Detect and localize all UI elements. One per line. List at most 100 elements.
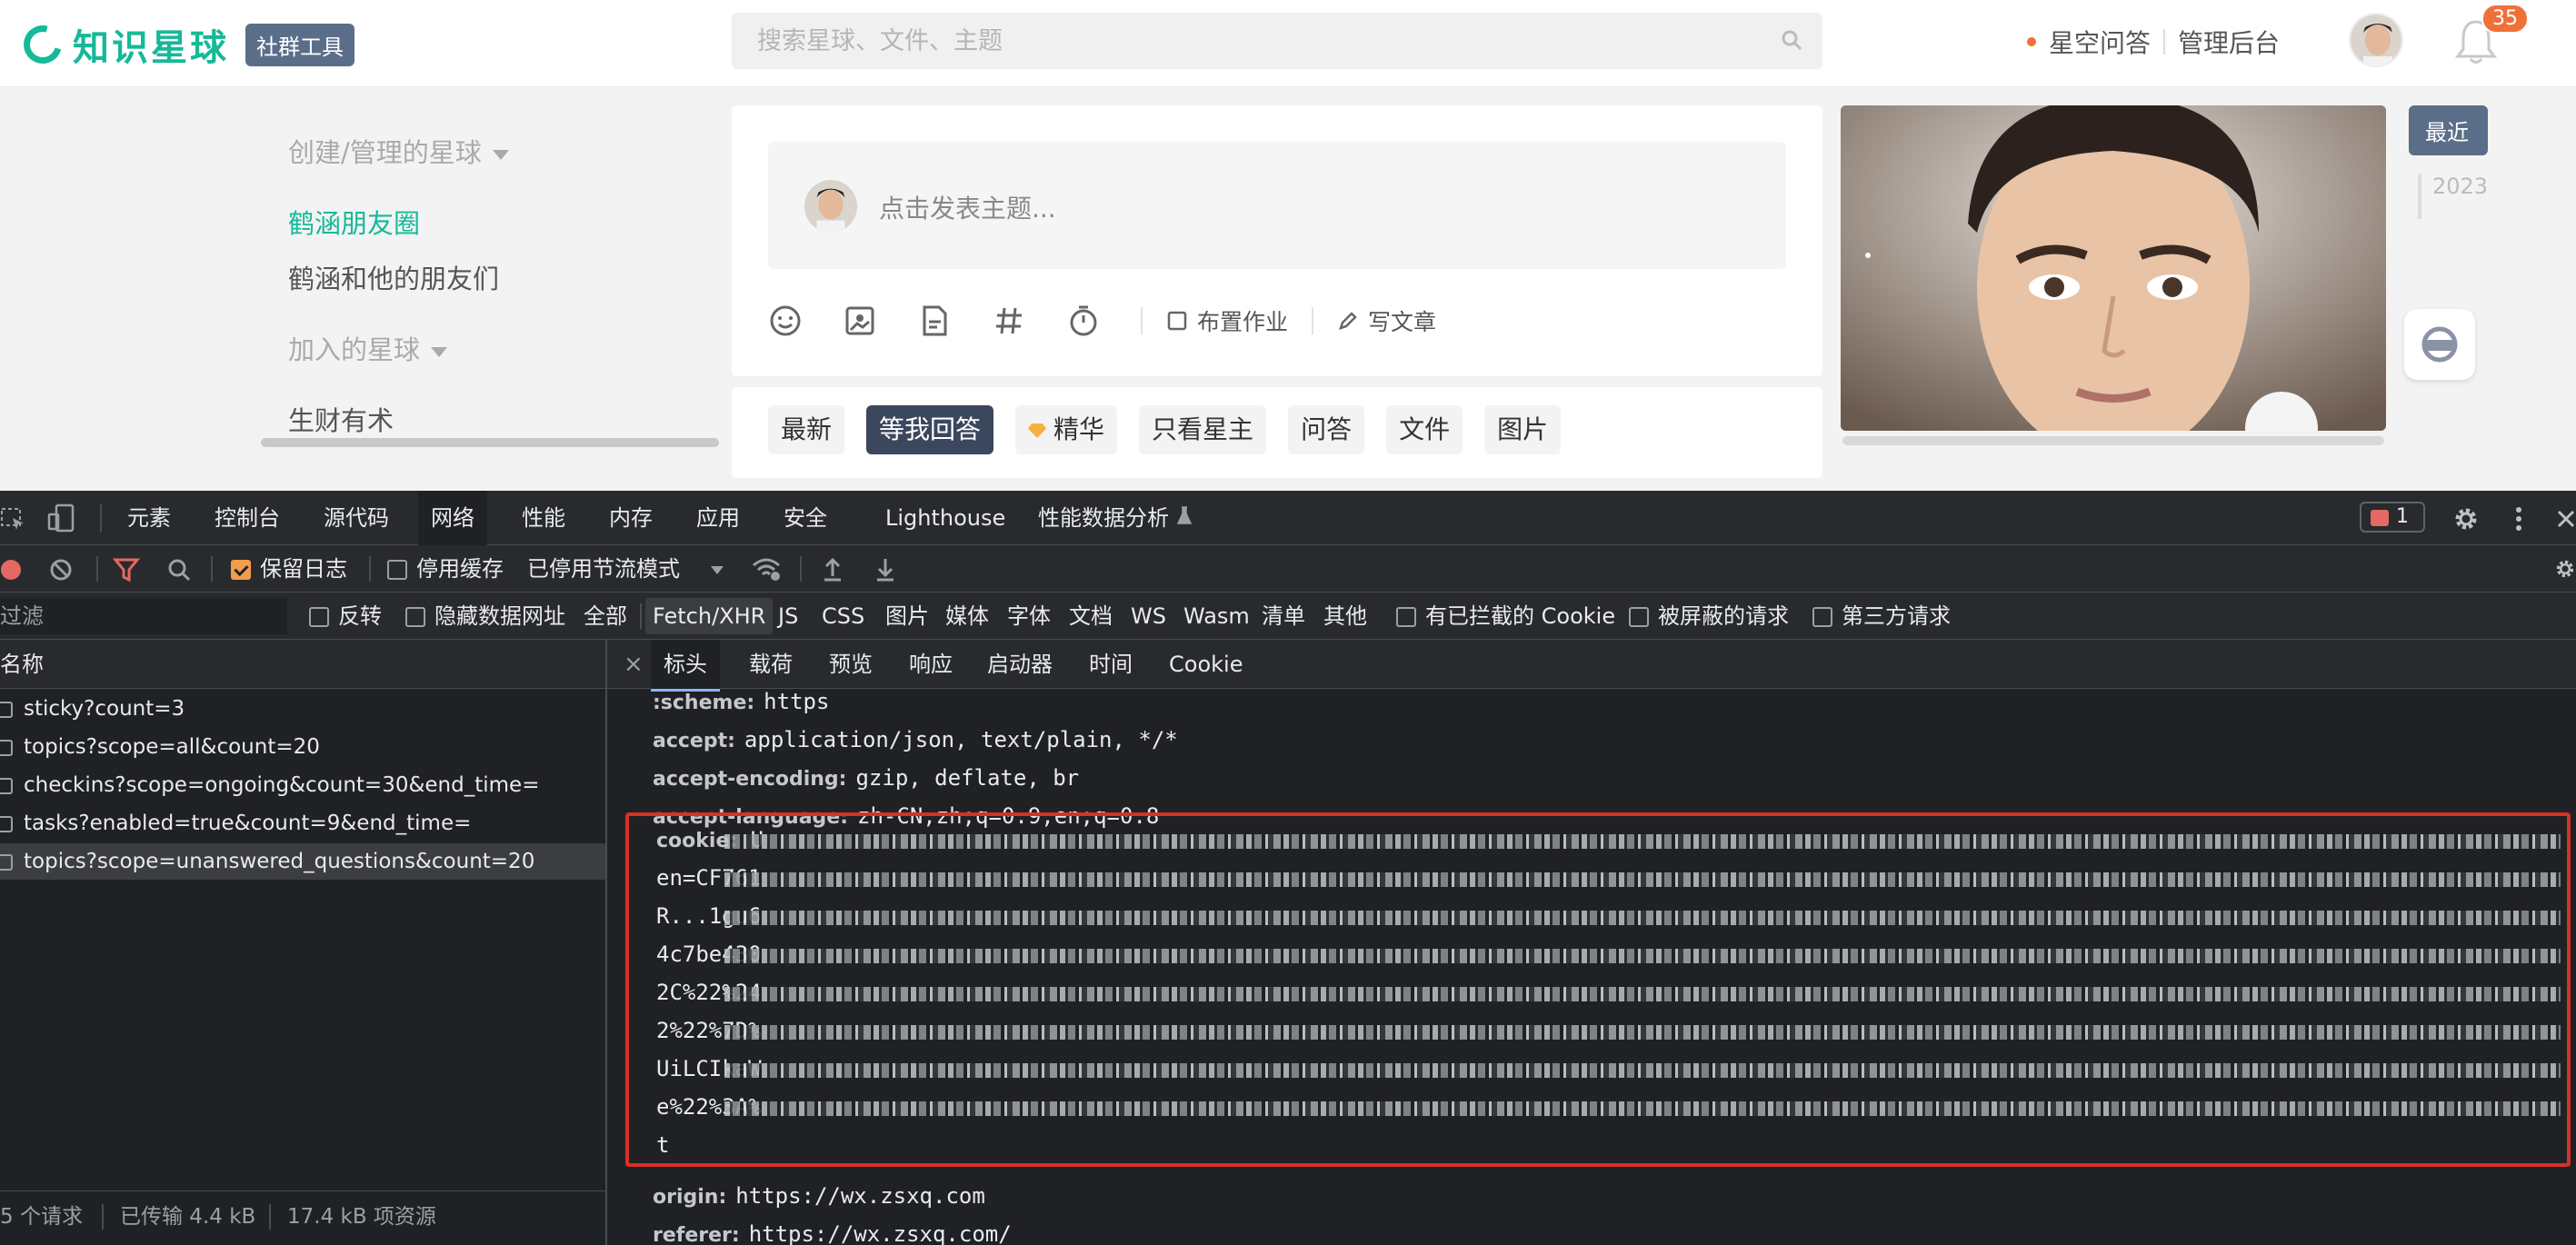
tab-awaiting-answer[interactable]: 等我回答 <box>866 405 994 454</box>
timeline-recent[interactable]: 最近 <box>2409 105 2489 155</box>
panel-lighthouse[interactable]: Lighthouse <box>873 491 1018 545</box>
third-party-checkbox[interactable]: 第三方请求 <box>1812 593 1951 640</box>
tab-initiator[interactable]: 启动器 <box>987 640 1053 689</box>
search-icon[interactable] <box>1781 29 1802 51</box>
site-logo[interactable]: 知识星球 社群工具 <box>16 18 354 71</box>
blocked-requests-checkbox[interactable]: 被屏蔽的请求 <box>1629 593 1789 640</box>
panel-memory[interactable]: 内存 <box>596 491 665 545</box>
community-tool-badge[interactable]: 社群工具 <box>245 23 354 66</box>
write-article-button[interactable]: 写文章 <box>1337 304 1436 337</box>
search-icon[interactable] <box>167 558 191 582</box>
type-img[interactable]: 图片 <box>885 593 929 640</box>
panel-security[interactable]: 安全 <box>771 491 840 545</box>
panel-performance-insights[interactable]: 性能数据分析 <box>1025 491 1205 545</box>
request-count: 5 个请求 <box>0 1205 83 1229</box>
filter-icon[interactable] <box>113 557 140 583</box>
request-row-selected[interactable]: topics?scope=unanswered_questions&count=… <box>0 843 605 880</box>
type-wasm[interactable]: Wasm <box>1183 593 1250 640</box>
panel-elements[interactable]: 元素 <box>115 491 184 545</box>
type-all[interactable]: 全部 <box>584 593 627 640</box>
name-column-header[interactable]: 名称 <box>0 640 605 689</box>
left-sidebar: 创建/管理的星球 鹤涵朋友圈 鹤涵和他的朋友们 加入的星球 生财有术 <box>259 100 723 449</box>
panel-application[interactable]: 应用 <box>684 491 753 545</box>
close-devtools-icon[interactable] <box>2556 509 2576 529</box>
inspect-element-icon[interactable] <box>0 507 25 531</box>
planet-item[interactable]: 生财有术 <box>288 400 394 438</box>
hide-data-urls-checkbox[interactable]: 隐藏数据网址 <box>405 593 565 640</box>
invert-checkbox[interactable]: 反转 <box>309 593 382 640</box>
tab-response[interactable]: 响应 <box>909 640 953 689</box>
checkbox-icon <box>1167 311 1187 331</box>
type-manifest[interactable]: 清单 <box>1262 593 1305 640</box>
hashtag-icon[interactable] <box>992 304 1026 338</box>
clear-icon[interactable] <box>49 558 73 582</box>
tab-payload[interactable]: 载荷 <box>749 640 793 689</box>
preserve-log-checkbox[interactable]: 保留日志 <box>231 545 347 593</box>
created-planets-header[interactable]: 创建/管理的星球 <box>288 132 509 170</box>
panel-network[interactable]: 网络 <box>418 491 487 545</box>
tab-timing[interactable]: 时间 <box>1089 640 1133 689</box>
blocked-cookies-checkbox[interactable]: 有已拦截的 Cookie <box>1396 593 1615 640</box>
tab-owner-only[interactable]: 只看星主 <box>1139 405 1267 454</box>
timeline-year[interactable]: 2023 <box>2418 174 2488 219</box>
image-icon[interactable] <box>843 304 877 338</box>
homework-button[interactable]: 布置作业 <box>1166 304 1288 337</box>
tab-files[interactable]: 文件 <box>1386 405 1463 454</box>
type-doc[interactable]: 文档 <box>1069 593 1113 640</box>
redacted-cookie-value <box>724 834 2561 849</box>
timer-icon[interactable] <box>1066 304 1101 338</box>
type-css[interactable]: CSS <box>822 593 864 640</box>
type-ws[interactable]: WS <box>1131 593 1166 640</box>
type-js[interactable]: JS <box>778 593 798 640</box>
error-count-badge[interactable]: 1 <box>2360 502 2425 533</box>
import-har-icon[interactable] <box>822 556 844 582</box>
type-font[interactable]: 字体 <box>1007 593 1051 640</box>
redacted-cookie-value <box>724 987 2561 1001</box>
support-button[interactable] <box>2404 309 2475 380</box>
compose-box[interactable]: 点击发表主题... <box>768 142 1786 269</box>
panel-console[interactable]: 控制台 <box>202 491 293 545</box>
horizontal-scrollbar[interactable] <box>1841 434 2386 447</box>
planet-item[interactable]: 鹤涵和他的朋友们 <box>288 258 499 296</box>
link-admin[interactable]: 管理后台 <box>2178 24 2280 60</box>
type-fetch-xhr[interactable]: Fetch/XHR <box>645 598 774 634</box>
tab-preview[interactable]: 预览 <box>829 640 873 689</box>
joined-planets-header[interactable]: 加入的星球 <box>288 329 448 367</box>
export-har-icon[interactable] <box>874 556 896 582</box>
composer-toolbar: 布置作业 写文章 <box>768 304 1460 338</box>
request-row[interactable]: topics?scope=all&count=20 <box>0 729 605 765</box>
search-bar[interactable] <box>732 13 1822 69</box>
disable-cache-checkbox[interactable]: 停用缓存 <box>387 545 504 593</box>
request-row[interactable]: tasks?enabled=true&count=9&end_time= <box>0 805 605 842</box>
tab-images[interactable]: 图片 <box>1484 405 1562 454</box>
device-toolbar-icon[interactable] <box>47 503 75 533</box>
throttling-select[interactable]: 已停用节流模式 <box>527 545 724 593</box>
panel-performance[interactable]: 性能 <box>509 491 578 545</box>
settings-gear-icon[interactable] <box>2452 505 2480 533</box>
user-avatar[interactable] <box>2349 13 2403 67</box>
search-input[interactable] <box>757 13 1757 69</box>
network-conditions-icon[interactable] <box>751 556 782 582</box>
panel-sources[interactable]: 源代码 <box>311 491 402 545</box>
link-qa[interactable]: 星空问答 <box>2049 24 2151 60</box>
type-other[interactable]: 其他 <box>1323 593 1367 640</box>
close-detail-icon[interactable]: × <box>624 640 644 689</box>
file-icon[interactable] <box>917 304 952 338</box>
caret-down-icon <box>492 149 509 160</box>
more-options-icon[interactable] <box>2514 505 2523 533</box>
error-icon <box>2371 510 2389 526</box>
tab-cookies[interactable]: Cookie <box>1169 640 1243 689</box>
network-settings-gear-icon[interactable] <box>2554 558 2576 580</box>
tab-headers[interactable]: 标头 <box>651 640 720 692</box>
type-media[interactable]: 媒体 <box>945 593 989 640</box>
tab-qa[interactable]: 问答 <box>1288 405 1365 454</box>
request-row[interactable]: sticky?count=3 <box>0 691 605 727</box>
emoji-icon[interactable] <box>768 304 803 338</box>
filter-input[interactable] <box>0 598 287 634</box>
planet-item-active[interactable]: 鹤涵朋友圈 <box>288 203 420 241</box>
request-row[interactable]: checkins?scope=ongoing&count=30&end_time… <box>0 767 605 803</box>
tab-featured[interactable]: 精华 <box>1015 405 1118 454</box>
record-icon[interactable] <box>0 559 22 581</box>
tab-latest[interactable]: 最新 <box>768 405 845 454</box>
horizontal-scrollbar[interactable] <box>259 436 721 449</box>
